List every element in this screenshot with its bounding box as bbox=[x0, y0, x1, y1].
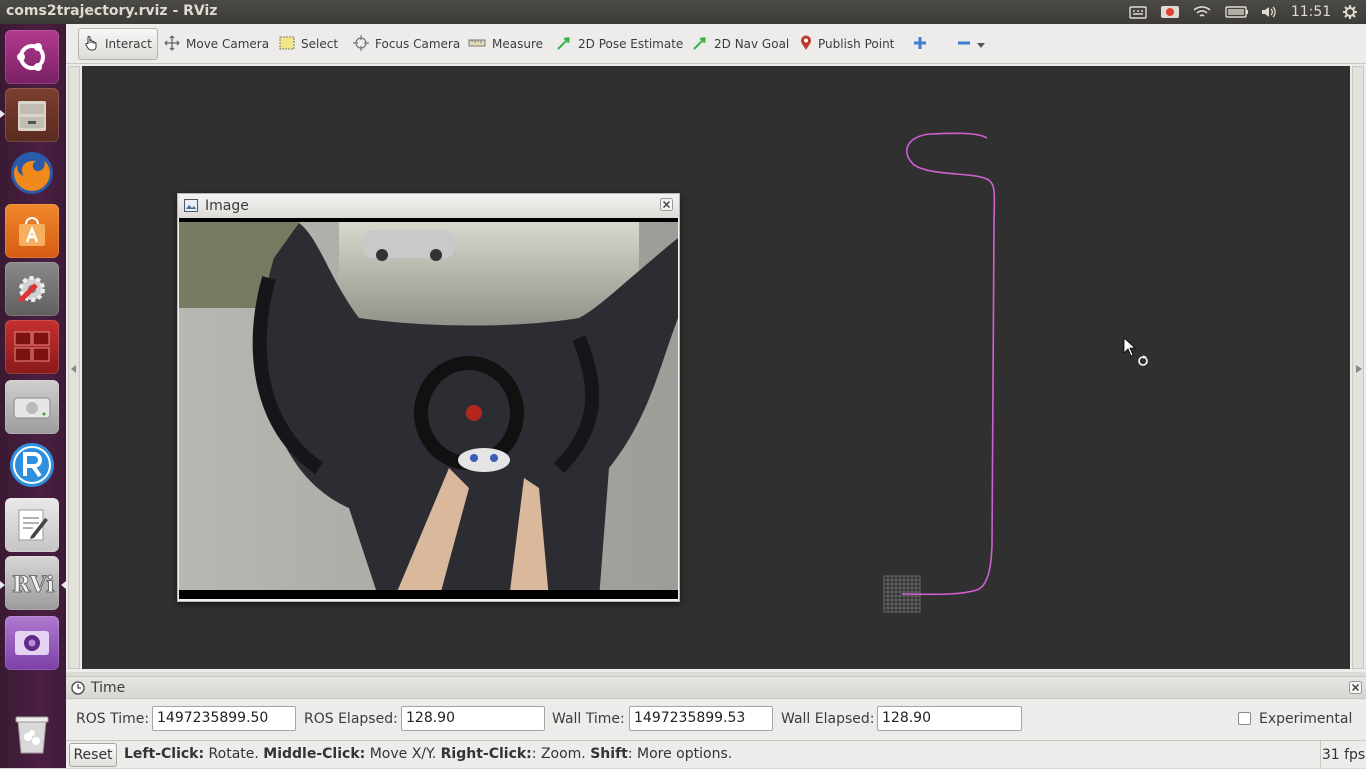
time-panel-header[interactable]: Time bbox=[66, 677, 1366, 699]
select-rectangle-icon bbox=[279, 36, 295, 53]
tool-2d-pose-estimate[interactable]: 2D Pose Estimate bbox=[552, 28, 687, 60]
trajectory-path bbox=[901, 132, 996, 596]
shopping-bag-icon[interactable] bbox=[5, 204, 59, 258]
tool-label: Measure bbox=[492, 37, 543, 51]
add-tool-button[interactable] bbox=[909, 28, 931, 60]
power-gear-icon[interactable] bbox=[1339, 0, 1361, 24]
volume-icon[interactable] bbox=[1258, 0, 1280, 24]
image-panel-title: Image bbox=[205, 198, 249, 214]
svg-text:RViz: RViz bbox=[12, 572, 55, 598]
status-bar: Reset Left-Click: Rotate. Middle-Click: … bbox=[66, 740, 1366, 769]
gear-wrench-icon[interactable] bbox=[5, 262, 59, 316]
minus-icon bbox=[957, 36, 971, 53]
window-title: coms2trajectory.rviz - RViz bbox=[6, 3, 218, 19]
ubuntu-logo-icon[interactable] bbox=[5, 30, 59, 84]
hint-zoom: : Zoom. bbox=[531, 746, 591, 762]
tool-2d-nav-goal[interactable]: 2D Nav Goal bbox=[688, 28, 793, 60]
green-arrow-icon bbox=[692, 35, 708, 54]
tool-measure[interactable]: Measure bbox=[464, 28, 547, 60]
wall-time-field[interactable]: 1497235899.53 bbox=[629, 706, 773, 731]
firefox-icon[interactable] bbox=[5, 146, 59, 200]
keyboard-icon[interactable] bbox=[1127, 0, 1149, 24]
chevron-down-icon bbox=[977, 37, 985, 51]
tool-label: Select bbox=[301, 37, 339, 51]
tool-move-camera[interactable]: Move Camera bbox=[160, 28, 273, 60]
right-dock-splitter[interactable] bbox=[1352, 66, 1364, 669]
camera-image-feed bbox=[179, 218, 678, 599]
clock-icon bbox=[71, 681, 85, 699]
time-panel: Time ROS Time: 1497235899.50 ROS Elapsed… bbox=[66, 676, 1366, 740]
close-icon[interactable] bbox=[1349, 681, 1362, 698]
rviz-toolbar: Interact Move Camera Select Focus Camera… bbox=[66, 24, 1366, 64]
tool-label: Focus Camera bbox=[375, 37, 461, 51]
trash-icon[interactable] bbox=[5, 706, 59, 760]
ros-elapsed-field[interactable]: 128.90 bbox=[401, 706, 545, 731]
r-icon[interactable] bbox=[5, 438, 59, 492]
hint-left-click: Left-Click: bbox=[124, 746, 205, 762]
file-cabinet-icon[interactable] bbox=[5, 88, 59, 142]
fps-counter: 31 fps bbox=[1320, 741, 1366, 769]
text-editor-icon[interactable] bbox=[5, 498, 59, 552]
hint-shift: Shift bbox=[590, 746, 628, 762]
hint-more: : More options. bbox=[627, 746, 733, 762]
hard-disk-icon[interactable] bbox=[5, 380, 59, 434]
image-icon bbox=[184, 199, 198, 216]
clock[interactable]: 11:51 bbox=[1289, 0, 1333, 24]
status-hint: Left-Click: Rotate. Middle-Click: Move X… bbox=[124, 746, 732, 762]
focus-crosshair-icon bbox=[353, 34, 369, 54]
webcam-icon[interactable] bbox=[5, 616, 59, 670]
ros-time-field[interactable]: 1497235899.50 bbox=[152, 706, 296, 731]
recording-icon[interactable] bbox=[1158, 0, 1182, 24]
hint-rotate: Rotate. bbox=[204, 746, 264, 762]
ros-elapsed-label: ROS Elapsed: bbox=[304, 711, 398, 727]
green-arrow-icon bbox=[556, 35, 572, 54]
tool-interact[interactable]: Interact bbox=[78, 28, 158, 60]
workspace-icon[interactable] bbox=[5, 320, 59, 374]
tool-label: 2D Pose Estimate bbox=[578, 37, 684, 51]
image-panel[interactable]: Image bbox=[177, 193, 680, 602]
tool-label: Publish Point bbox=[818, 37, 895, 51]
wall-time-label: Wall Time: bbox=[552, 711, 625, 727]
experimental-label: Experimental bbox=[1259, 711, 1353, 727]
left-dock-splitter[interactable] bbox=[68, 66, 80, 669]
tool-select[interactable]: Select bbox=[275, 28, 342, 60]
map-pin-icon bbox=[800, 35, 812, 54]
experimental-checkbox[interactable] bbox=[1238, 712, 1251, 725]
rviz-icon[interactable]: RViz bbox=[5, 556, 59, 610]
time-panel-title: Time bbox=[91, 680, 126, 696]
tool-label: Move Camera bbox=[186, 37, 270, 51]
wifi-icon[interactable] bbox=[1190, 0, 1214, 24]
tool-publish-point[interactable]: Publish Point bbox=[796, 28, 898, 60]
hint-middle-click: Middle-Click: bbox=[263, 746, 366, 762]
launcher: RViz bbox=[0, 24, 66, 768]
ruler-icon bbox=[468, 37, 486, 51]
close-icon[interactable] bbox=[660, 198, 673, 215]
ros-time-label: ROS Time: bbox=[76, 711, 150, 727]
mouse-cursor-icon bbox=[1123, 337, 1148, 366]
wall-elapsed-field[interactable]: 128.90 bbox=[877, 706, 1022, 731]
tool-label: 2D Nav Goal bbox=[714, 37, 790, 51]
plus-icon bbox=[913, 36, 927, 53]
hint-move: Move X/Y. bbox=[365, 746, 441, 762]
tool-label: Interact bbox=[105, 37, 152, 51]
hint-right-click: Right-Click: bbox=[440, 746, 532, 762]
battery-icon[interactable] bbox=[1224, 0, 1250, 24]
reset-button[interactable]: Reset bbox=[69, 743, 117, 767]
remove-tool-button[interactable] bbox=[953, 28, 989, 60]
tool-focus-camera[interactable]: Focus Camera bbox=[349, 28, 464, 60]
wall-elapsed-label: Wall Elapsed: bbox=[781, 711, 875, 727]
move-arrows-icon bbox=[164, 35, 180, 54]
image-panel-titlebar[interactable]: Image bbox=[178, 194, 679, 218]
top-panel: coms2trajectory.rviz - RViz 11:51 bbox=[0, 0, 1366, 24]
hand-pointer-icon bbox=[83, 35, 99, 54]
